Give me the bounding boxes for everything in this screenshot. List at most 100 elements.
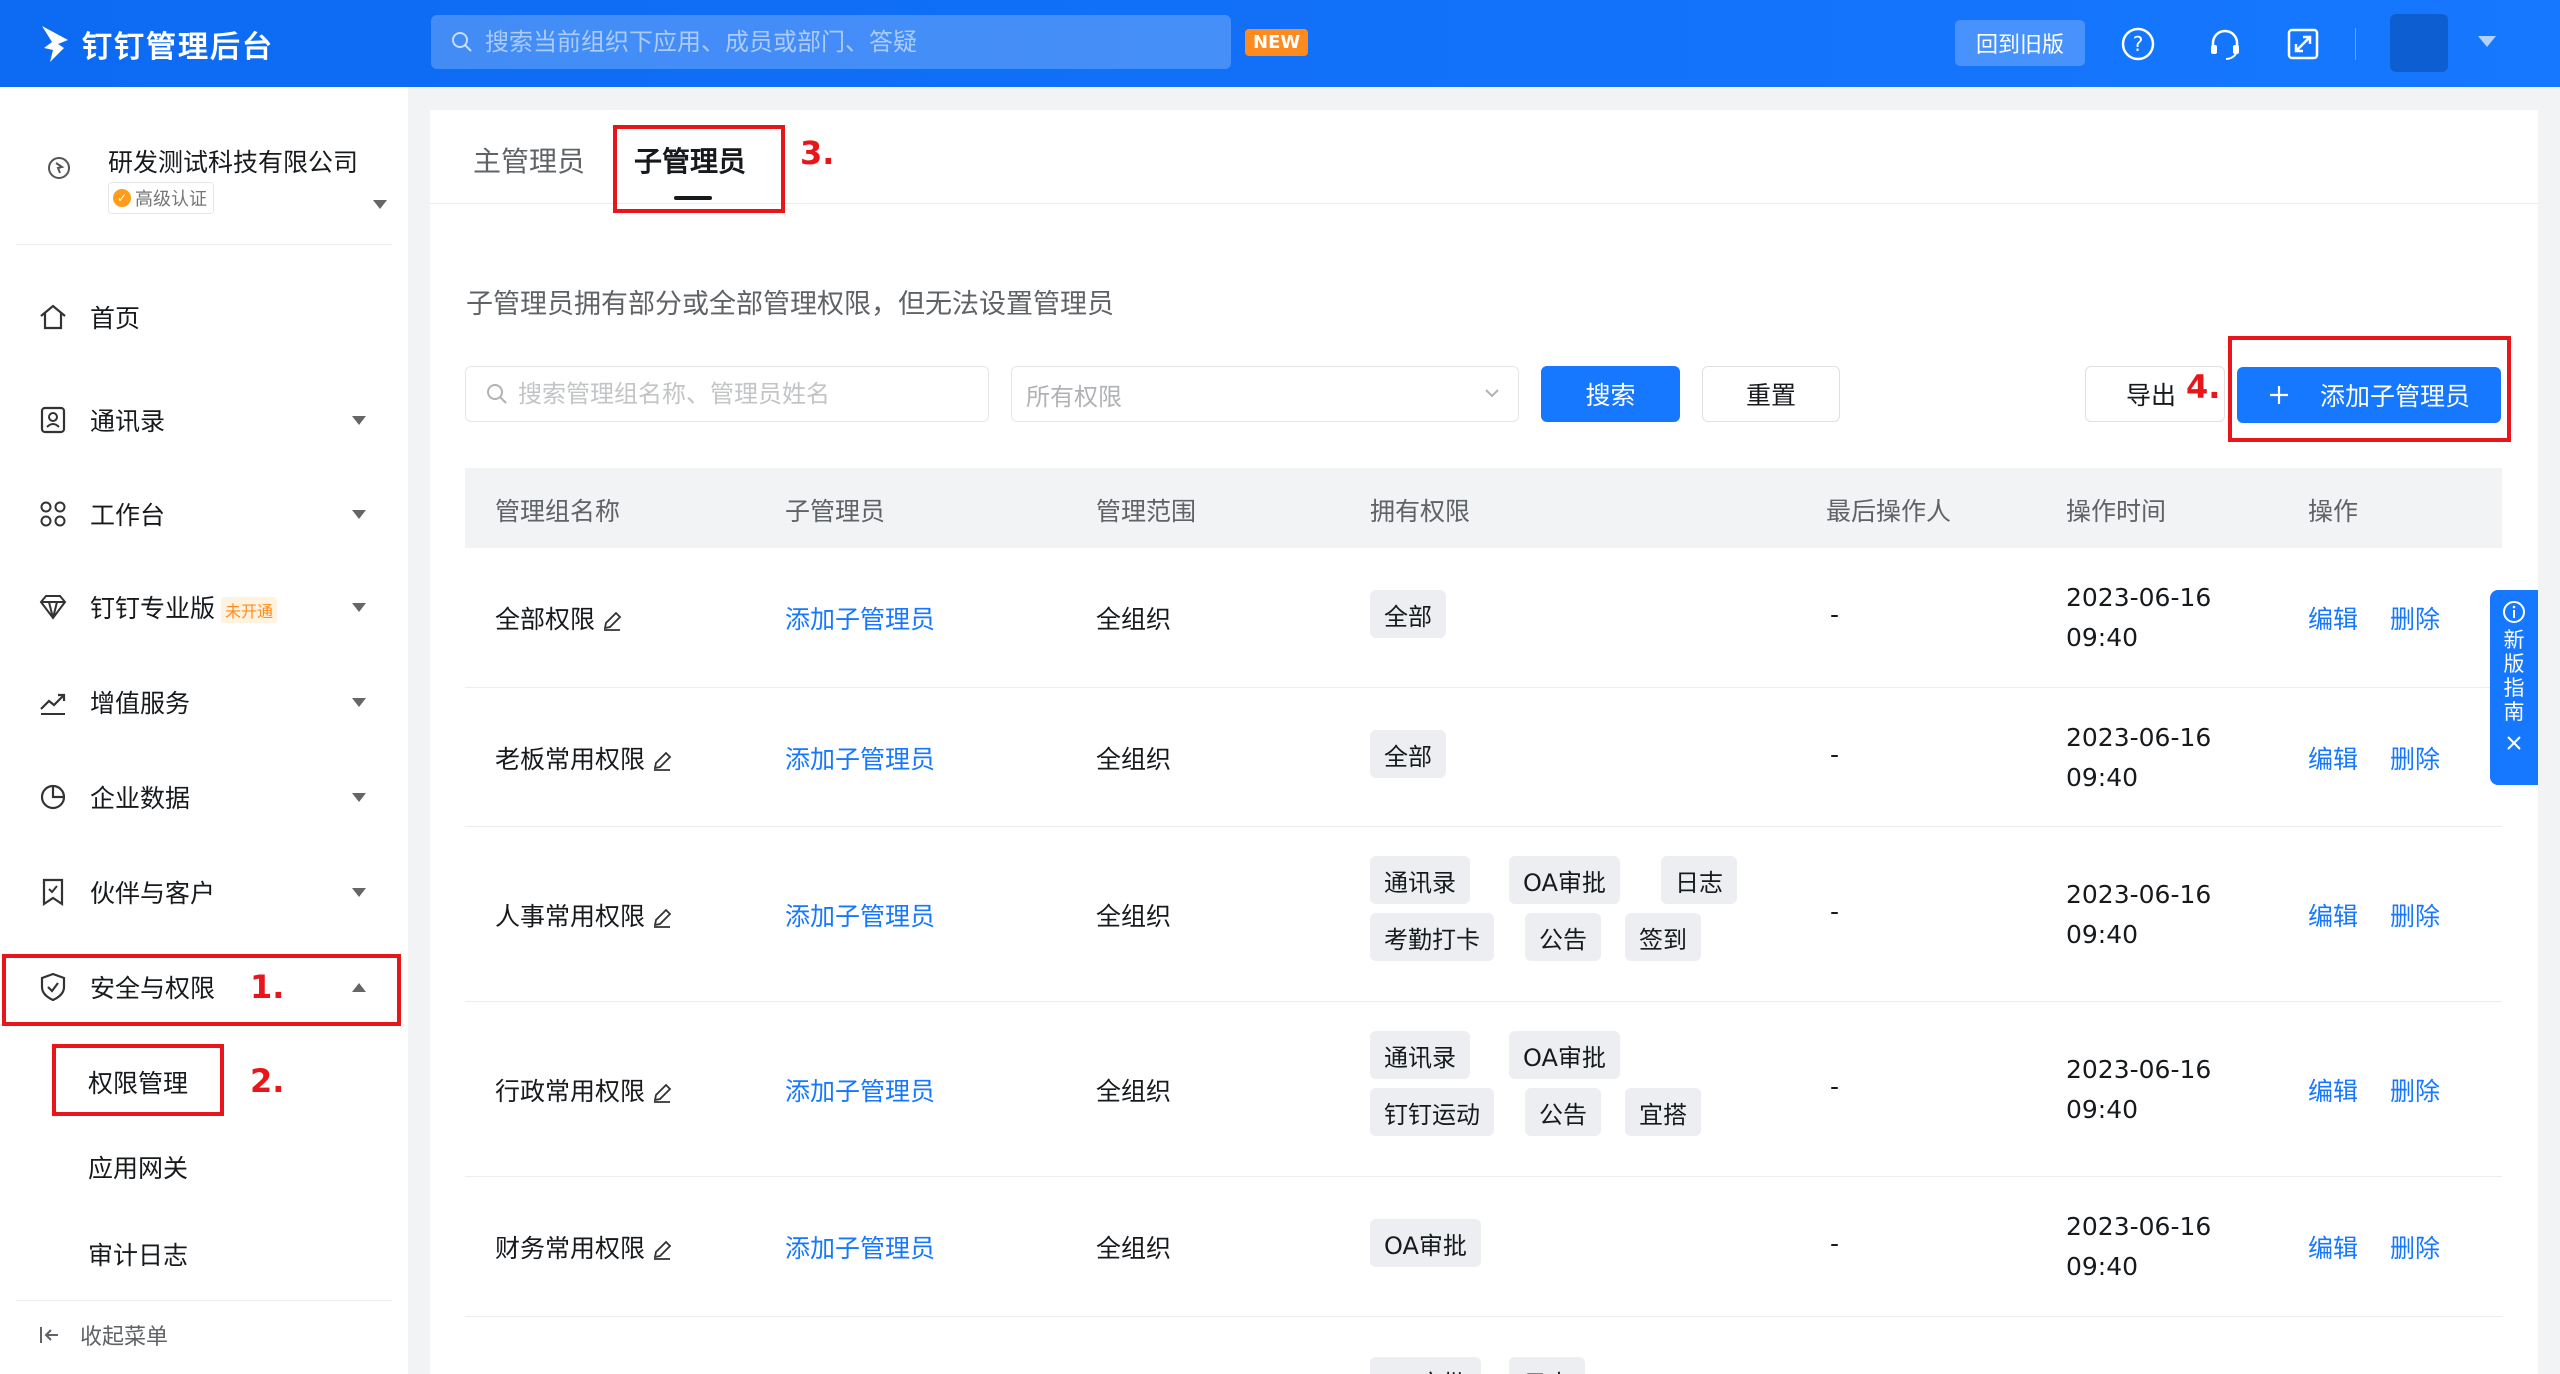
edit-pencil-icon[interactable]: [601, 610, 623, 632]
chevron-down-icon: [352, 697, 366, 707]
permission-tag: 考勤打卡: [1370, 913, 1494, 961]
chevron-down-icon: [1485, 389, 1499, 398]
delete-link[interactable]: 删除: [2390, 600, 2440, 636]
chevron-down-icon: [352, 792, 366, 802]
annotation-box-4: [2228, 336, 2511, 442]
table-header: 管理组名称 子管理员 管理范围 拥有权限 最后操作人 操作时间 操作: [465, 468, 2502, 548]
sidebar-divider: [16, 244, 392, 245]
admin-search-field[interactable]: [465, 366, 989, 422]
permission-tag: OA审批: [1370, 1357, 1481, 1374]
permission-tag: 全部: [1370, 590, 1446, 638]
tab-main-admin[interactable]: 主管理员: [473, 140, 585, 180]
delete-link[interactable]: 删除: [2390, 740, 2440, 776]
scope-cell: 全组织: [1096, 902, 1172, 931]
add-sub-admin-link[interactable]: 添加子管理员: [785, 1072, 935, 1108]
group-name: 老板常用权限: [495, 745, 646, 774]
group-name: 全部权限: [495, 605, 596, 634]
edit-link[interactable]: 编辑: [2308, 600, 2358, 636]
old-version-button[interactable]: 回到旧版: [1955, 20, 2085, 66]
permission-tag: OA审批: [1509, 1031, 1620, 1079]
permission-tag: 签到: [1625, 913, 1701, 961]
time-cell: 2023-06-16 09:40: [2066, 875, 2211, 955]
sidebar-item-value-added[interactable]: 增值服务: [0, 672, 408, 732]
contacts-icon: [40, 406, 66, 434]
annotation-label-2: 2.: [250, 1062, 285, 1100]
not-activated-tag: 未开通: [221, 597, 278, 623]
chevron-down-icon: [352, 509, 366, 519]
new-version-guide[interactable]: 新版指南: [2490, 590, 2538, 785]
headset-icon[interactable]: [2205, 24, 2245, 64]
reset-button[interactable]: 重置: [1702, 366, 1840, 422]
time-date: 2023-06-16: [2066, 880, 2212, 909]
permission-tag: 宜搭: [1625, 1088, 1701, 1136]
guide-label: 新版指南: [2503, 628, 2525, 724]
column-header: 操作时间: [2066, 497, 2167, 526]
edit-pencil-icon[interactable]: [651, 1239, 673, 1261]
table-row: 人事常用权限 添加子管理员 全组织 通讯录 OA审批 日志 考勤打卡 公告 签到…: [465, 827, 2502, 1002]
edit-link[interactable]: 编辑: [2308, 740, 2358, 776]
admin-search-input[interactable]: [518, 380, 978, 408]
edit-link[interactable]: 编辑: [2308, 897, 2358, 933]
sidebar-item-partners[interactable]: 伙伴与客户: [0, 862, 408, 922]
sidebar-item-contacts[interactable]: 通讯录: [0, 390, 408, 450]
add-sub-admin-link[interactable]: 添加子管理员: [785, 600, 935, 636]
column-header: 拥有权限: [1370, 497, 1471, 526]
chevron-down-icon[interactable]: [373, 200, 387, 209]
time-date: 2023-06-16: [2066, 1212, 2212, 1241]
collapse-menu-button[interactable]: 收起菜单: [36, 1319, 168, 1351]
org-switcher[interactable]: 研发测试科技有限公司 ✓ 高级认证: [0, 127, 408, 227]
global-search[interactable]: [431, 15, 1231, 69]
edit-link[interactable]: 编辑: [2308, 1229, 2358, 1265]
bookmark-icon: [42, 878, 64, 907]
sidebar-item-label: 伙伴与客户: [90, 879, 216, 908]
edit-pencil-icon[interactable]: [651, 750, 673, 772]
time-cell: 2023-06-16 09:40: [2066, 578, 2211, 658]
delete-link[interactable]: 删除: [2390, 897, 2440, 933]
permission-tag: 日志: [1661, 856, 1737, 904]
close-icon[interactable]: [2505, 734, 2523, 752]
sidebar-item-pro[interactable]: 钉钉专业版 未开通: [0, 577, 408, 637]
add-sub-admin-link[interactable]: 添加子管理员: [785, 740, 935, 776]
time-cell: 2023-06-16 09:40: [2066, 1050, 2211, 1130]
permission-select[interactable]: 所有权限: [1011, 366, 1519, 422]
collapse-menu-label: 收起菜单: [80, 1325, 169, 1350]
chevron-down-icon[interactable]: [2478, 36, 2496, 47]
global-search-input[interactable]: [485, 28, 1205, 56]
time-date: 2023-06-16: [2066, 583, 2212, 612]
scope-cell: 全组织: [1096, 1077, 1172, 1106]
annotation-box-1: [2, 954, 401, 1026]
chevron-down-icon: [352, 887, 366, 897]
operator-cell: -: [1830, 600, 1840, 629]
user-avatar[interactable]: [2390, 14, 2448, 72]
top-divider: [2355, 28, 2356, 60]
sidebar-item-pro-label: 钉钉专业版: [90, 594, 216, 623]
certification-label: 高级认证: [135, 189, 207, 210]
delete-link[interactable]: 删除: [2390, 1229, 2440, 1265]
sidebar: 研发测试科技有限公司 ✓ 高级认证 首页 通讯录 工作台 钉钉专业版 未开通 增值服…: [0, 87, 408, 1374]
app-logo[interactable]: 钉钉管理后台: [38, 22, 274, 66]
column-header: 管理范围: [1096, 497, 1197, 526]
annotation-box-3: [613, 125, 785, 213]
sidebar-item-workbench[interactable]: 工作台: [0, 484, 408, 544]
new-badge: NEW: [1245, 29, 1309, 56]
edit-pencil-icon[interactable]: [651, 907, 673, 929]
sidebar-subitem-audit-log[interactable]: 审计日志: [88, 1236, 188, 1272]
add-sub-admin-link[interactable]: 添加子管理员: [785, 1229, 935, 1265]
search-button[interactable]: 搜索: [1541, 366, 1680, 422]
sidebar-item-enterprise-data[interactable]: 企业数据: [0, 767, 408, 827]
edit-link[interactable]: 编辑: [2308, 1072, 2358, 1108]
sidebar-subitem-app-gateway[interactable]: 应用网关: [88, 1149, 188, 1185]
sidebar-item-label: 增值服务: [90, 689, 191, 718]
sidebar-item-home[interactable]: 首页: [0, 287, 408, 347]
sidebar-item-label: 企业数据: [90, 784, 191, 813]
add-sub-admin-link[interactable]: 添加子管理员: [785, 897, 935, 933]
column-header: 最后操作人: [1826, 497, 1952, 526]
top-bar: 钉钉管理后台 NEW 回到旧版 ?: [0, 0, 2560, 87]
help-icon[interactable]: ?: [2118, 24, 2158, 64]
delete-link[interactable]: 删除: [2390, 1072, 2440, 1108]
time-clock: 09:40: [2066, 1252, 2139, 1281]
time-date: 2023-06-16: [2066, 723, 2212, 752]
time-date: 2023-06-16: [2066, 1055, 2212, 1084]
edit-pencil-icon[interactable]: [651, 1082, 673, 1104]
fullscreen-icon[interactable]: [2283, 24, 2323, 64]
